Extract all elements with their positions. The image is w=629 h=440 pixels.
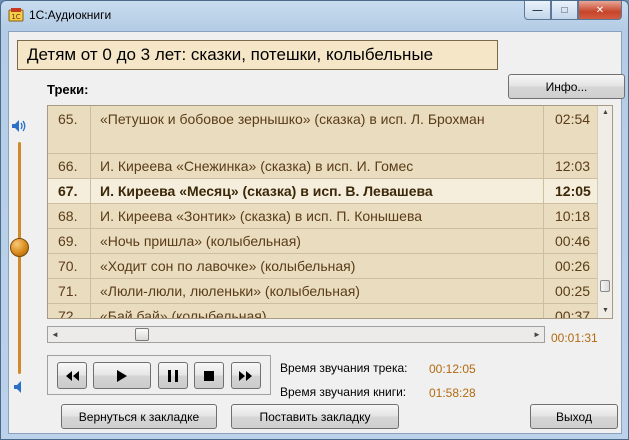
exit-button[interactable]: Выход — [530, 404, 618, 429]
set-bookmark-button[interactable]: Поставить закладку — [231, 404, 399, 429]
app-window: 1С 1С:Аудиокниги — □ ✕ Детям от 0 до 3 л… — [0, 0, 629, 440]
pause-button[interactable] — [158, 362, 188, 389]
track-row[interactable]: 68. И. Киреева «Зонтик» (сказка) в исп. П… — [48, 204, 599, 229]
track-number: 69. — [48, 229, 91, 253]
track-row[interactable]: 65. «Петушок и бобовое зернышко» (сказка)… — [48, 106, 599, 154]
maximize-button[interactable]: □ — [551, 1, 578, 20]
track-number: 68. — [48, 204, 91, 228]
close-icon: ✕ — [595, 4, 605, 16]
scroll-right-icon[interactable]: ► — [530, 327, 544, 342]
track-number: 65. — [48, 106, 91, 153]
track-row[interactable]: 70. «Ходит сон по лавочке» (колыбельная) 0… — [48, 254, 599, 279]
tracks-label: Треки: — [47, 82, 89, 97]
track-number: 71. — [48, 279, 91, 303]
track-duration: 00:37 — [555, 308, 591, 319]
track-duration: 00:46 — [555, 233, 591, 249]
track-row[interactable]: 66. И. Киреева «Снежинка» (сказка) в исп.… — [48, 154, 599, 179]
minimize-icon: — — [532, 4, 543, 16]
track-name: И. Киреева «Месяц» (сказка) в исп. В. Ле… — [92, 179, 544, 203]
track-row[interactable]: 72. «Бай бай» (колыбельная) 00:37 — [48, 304, 599, 319]
svg-text:1С: 1С — [11, 13, 20, 21]
book-title: Детям от 0 до 3 лет: сказки, потешки, ко… — [17, 40, 498, 70]
track-name: «Люли-люли, люленьки» (колыбельная) — [92, 279, 544, 303]
track-number: 72. — [48, 304, 91, 318]
track-duration: 10:18 — [555, 208, 591, 224]
scroll-left-icon[interactable]: ◄ — [48, 327, 62, 342]
minimize-button[interactable]: — — [524, 1, 551, 20]
stop-icon — [204, 370, 214, 381]
track-duration: 02:54 — [555, 111, 591, 127]
track-list[interactable]: 65. «Петушок и бобовое зернышко» (сказка)… — [47, 105, 613, 319]
close-button[interactable]: ✕ — [578, 1, 622, 20]
track-row[interactable]: 71. «Люли-люли, люленьки» (колыбельная) 00… — [48, 279, 599, 304]
maximize-icon: □ — [561, 4, 568, 16]
scroll-down-icon[interactable]: ▼ — [598, 304, 612, 318]
title-bar[interactable]: 1С 1С:Аудиокниги — □ ✕ — [1, 1, 628, 29]
track-row[interactable]: 67. И. Киреева «Месяц» (сказка) в исп. В.… — [48, 179, 599, 204]
track-number: 67. — [48, 179, 91, 203]
scroll-up-icon[interactable]: ▲ — [598, 106, 612, 120]
playback-position-thumb[interactable] — [134, 328, 149, 341]
track-duration: 12:03 — [555, 158, 591, 174]
track-time-label: Время звучания трека: — [280, 361, 408, 375]
volume-high-icon — [12, 120, 26, 132]
stop-button[interactable] — [194, 362, 224, 389]
fast-forward-icon — [239, 370, 252, 381]
app-icon: 1С — [8, 8, 24, 22]
pause-icon — [168, 369, 178, 382]
playback-controls — [47, 355, 271, 395]
track-duration: 00:25 — [555, 283, 591, 299]
track-number: 66. — [48, 154, 91, 178]
elapsed-time: 00:01:31 — [551, 331, 598, 345]
book-time-label: Время звучания книги: — [280, 385, 407, 399]
volume-low-icon — [14, 381, 21, 393]
track-name: «Бай бай» (колыбельная) — [92, 304, 544, 318]
play-button[interactable] — [93, 362, 151, 389]
rewind-button[interactable] — [57, 362, 87, 389]
client-area: Детям от 0 до 3 лет: сказки, потешки, ко… — [8, 31, 625, 434]
playback-position-slider[interactable]: ◄ ► — [47, 326, 545, 343]
track-list-scrollbar[interactable]: ▲ ▼ — [597, 106, 612, 318]
rewind-icon — [66, 370, 79, 381]
track-name: «Ходит сон по лавочке» (колыбельная) — [92, 254, 544, 278]
track-number: 70. — [48, 254, 91, 278]
track-duration: 00:26 — [555, 258, 591, 274]
go-to-bookmark-button[interactable]: Вернуться к закладке — [61, 404, 217, 429]
scroll-thumb[interactable] — [600, 280, 610, 292]
play-icon — [117, 369, 127, 382]
track-duration: 12:05 — [555, 183, 591, 199]
track-name: «Ночь пришла» (колыбельная) — [92, 229, 544, 253]
track-name: И. Киреева «Зонтик» (сказка) в исп. П. К… — [92, 204, 544, 228]
track-time-value: 00:12:05 — [429, 362, 476, 376]
fast-forward-button[interactable] — [231, 362, 261, 389]
track-name: «Петушок и бобовое зернышко» (сказка) в … — [92, 106, 544, 153]
track-row[interactable]: 69. «Ночь пришла» (колыбельная) 00:46 — [48, 229, 599, 254]
book-time-value: 01:58:28 — [429, 386, 476, 400]
volume-slider[interactable] — [18, 142, 21, 374]
window-title: 1С:Аудиокниги — [29, 8, 112, 22]
volume-slider-knob[interactable] — [10, 237, 29, 257]
track-name: И. Киреева «Снежинка» (сказка) в исп. И.… — [92, 154, 544, 178]
info-button[interactable]: Инфо... — [508, 74, 625, 99]
